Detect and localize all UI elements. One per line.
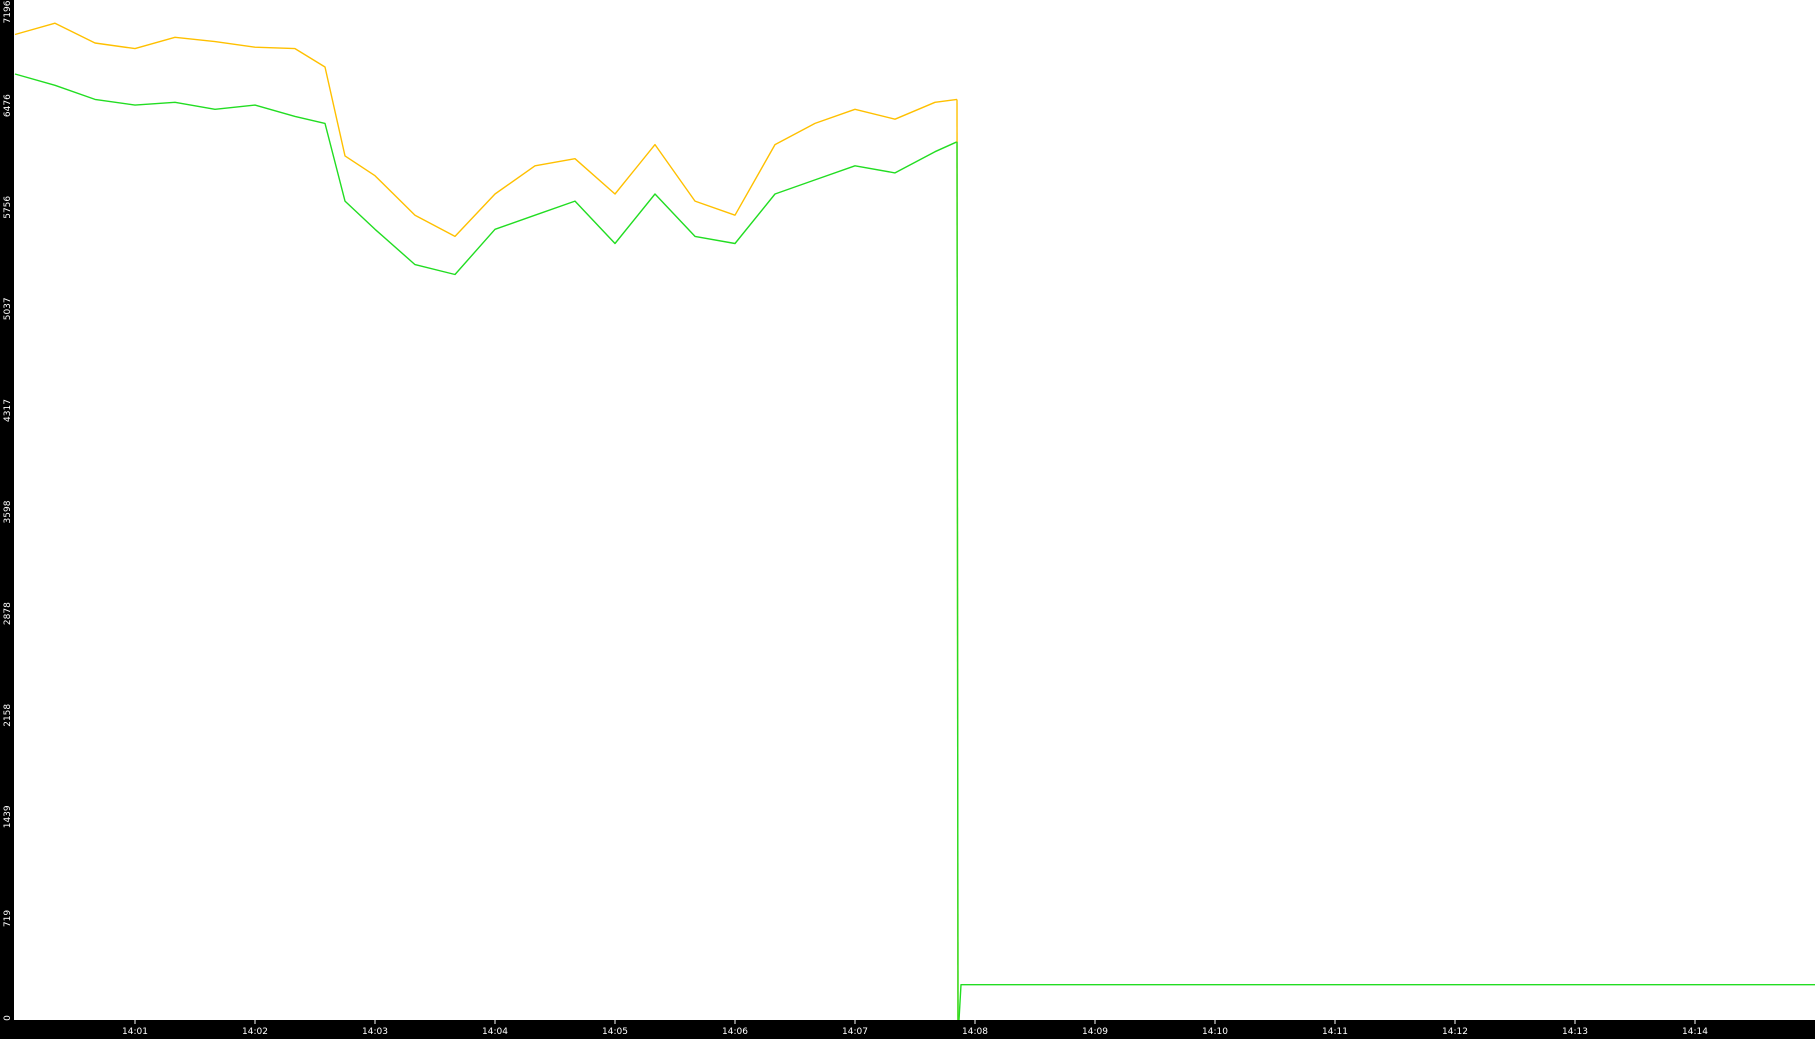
x-tick-label: 14:03 xyxy=(362,1027,388,1037)
chart: 0 719 1439 2158 2878 3598 4317 5037 5756 6476 7196… xyxy=(0,0,1815,1039)
x-tick-label: 14:09 xyxy=(1082,1027,1108,1037)
x-tick-label: 14:13 xyxy=(1562,1027,1588,1037)
y-tick-label: 2878 xyxy=(3,602,13,625)
series-drop-2 xyxy=(956,141,959,1021)
x-tick-label: 14:10 xyxy=(1202,1027,1228,1037)
y-tick-label: 1439 xyxy=(3,805,13,828)
x-tick-label: 14:01 xyxy=(122,1027,148,1037)
line-chart: 0 719 1439 2158 2878 3598 4317 5037 5756 6476 7196… xyxy=(0,0,1815,1039)
y-tick-label: 2158 xyxy=(3,704,13,727)
x-tick-label: 14:04 xyxy=(482,1027,508,1037)
y-tick-label: 7196 xyxy=(3,0,13,23)
y-tick-label: 6476 xyxy=(3,94,13,117)
y-tick-label: 0 xyxy=(3,1015,13,1021)
x-axis-band xyxy=(0,1020,1815,1039)
x-tick-label: 14:06 xyxy=(722,1027,748,1037)
plot-area xyxy=(14,0,1815,1020)
x-tick-label: 14:05 xyxy=(602,1027,628,1037)
y-tick-label: 4317 xyxy=(3,399,13,422)
x-tick-label: 14:12 xyxy=(1442,1027,1468,1037)
y-tick-label: 719 xyxy=(3,910,13,927)
x-tick-label: 14:14 xyxy=(1682,1027,1708,1037)
x-tick-label: 14:07 xyxy=(842,1027,868,1037)
y-tick-label: 5756 xyxy=(3,196,13,219)
y-tick-label: 3598 xyxy=(3,500,13,523)
x-tick-label: 14:02 xyxy=(242,1027,268,1037)
y-tick-label: 5037 xyxy=(3,297,13,320)
x-tick-label: 14:08 xyxy=(962,1027,988,1037)
x-tick-label: 14:11 xyxy=(1322,1027,1348,1037)
